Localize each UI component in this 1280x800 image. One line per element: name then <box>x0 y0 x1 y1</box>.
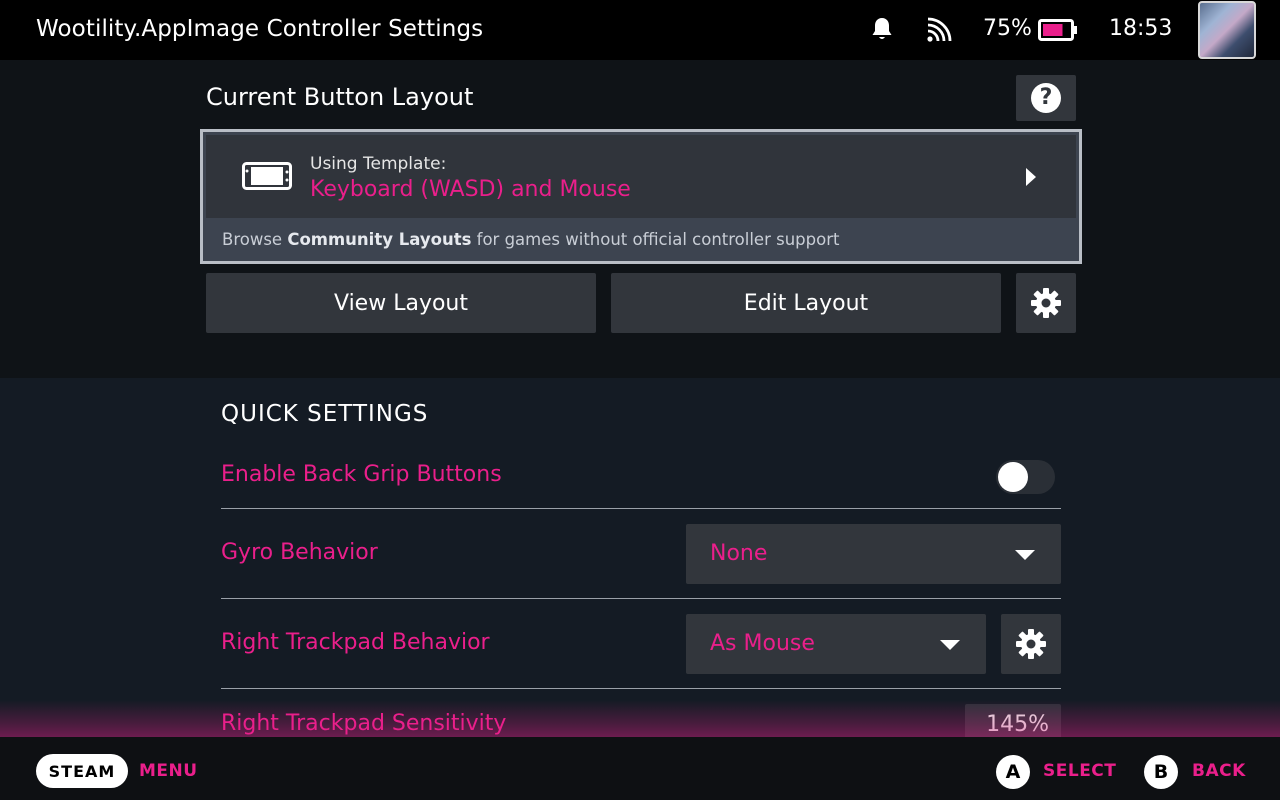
divider <box>221 688 1061 689</box>
gear-icon <box>1031 288 1061 318</box>
cast-icon[interactable] <box>926 17 952 43</box>
gear-icon <box>1016 629 1046 659</box>
quick-settings-title: QUICK SETTINGS <box>221 401 429 427</box>
browse-suffix: for games without official controller su… <box>476 230 840 249</box>
help-icon: ? <box>1031 83 1061 113</box>
select-label[interactable]: SELECT <box>1043 761 1116 781</box>
sensitivity-value: 145% <box>986 712 1049 737</box>
section-title: Current Button Layout <box>206 83 474 111</box>
bell-icon[interactable] <box>870 16 894 42</box>
chevron-down-icon <box>940 640 960 650</box>
trackpad-label: Right Trackpad Behavior <box>221 630 490 655</box>
community-layouts-link[interactable]: Browse Community Layouts for games witho… <box>206 222 1076 257</box>
window-title: Wootility.AppImage Controller Settings <box>36 16 484 42</box>
sensitivity-label: Right Trackpad Sensitivity <box>221 711 507 736</box>
b-button-icon: B <box>1144 755 1178 789</box>
battery-icon <box>1038 19 1077 41</box>
template-name: Keyboard (WASD) and Mouse <box>310 177 631 202</box>
layout-settings-button[interactable] <box>1016 273 1076 333</box>
quick-settings-section: QUICK SETTINGS Enable Back Grip Buttons … <box>0 378 1280 738</box>
divider <box>221 508 1061 509</box>
edit-layout-button[interactable]: Edit Layout <box>611 273 1001 333</box>
chevron-down-icon <box>1015 550 1035 560</box>
trackpad-dropdown[interactable]: As Mouse <box>686 614 986 674</box>
battery-fill <box>1043 24 1063 36</box>
bottom-bar: STEAM MENU A SELECT B BACK <box>0 737 1280 800</box>
controller-icon <box>242 162 292 190</box>
gyro-label: Gyro Behavior <box>221 540 378 565</box>
trackpad-value: As Mouse <box>710 631 815 656</box>
divider <box>221 598 1061 599</box>
user-avatar[interactable] <box>1198 1 1256 59</box>
help-button[interactable]: ? <box>1016 75 1076 121</box>
back-grip-label: Enable Back Grip Buttons <box>221 462 502 487</box>
gyro-value: None <box>710 541 768 566</box>
toggle-knob <box>998 462 1028 492</box>
clock: 18:53 <box>1109 16 1173 41</box>
browse-text: Browse Community Layouts for games witho… <box>222 230 839 249</box>
gyro-dropdown[interactable]: None <box>686 524 1061 584</box>
battery-percent: 75% <box>983 16 1032 41</box>
trackpad-settings-button[interactable] <box>1001 614 1061 674</box>
template-card[interactable]: Using Template: Keyboard (WASD) and Mous… <box>200 129 1082 264</box>
steam-button[interactable]: STEAM <box>36 754 128 788</box>
browse-prefix: Browse <box>222 230 283 249</box>
browse-bold: Community Layouts <box>287 230 472 249</box>
top-bar: Wootility.AppImage Controller Settings 7… <box>0 0 1280 60</box>
back-grip-toggle[interactable] <box>996 460 1055 494</box>
sensitivity-value-box[interactable]: 145% <box>965 704 1061 738</box>
menu-label[interactable]: MENU <box>139 761 198 781</box>
template-label: Using Template: <box>310 154 447 174</box>
a-button-icon: A <box>996 755 1030 789</box>
chevron-right-icon <box>1026 168 1036 186</box>
view-layout-button[interactable]: View Layout <box>206 273 596 333</box>
back-label[interactable]: BACK <box>1192 761 1246 781</box>
template-selector[interactable]: Using Template: Keyboard (WASD) and Mous… <box>206 135 1076 218</box>
